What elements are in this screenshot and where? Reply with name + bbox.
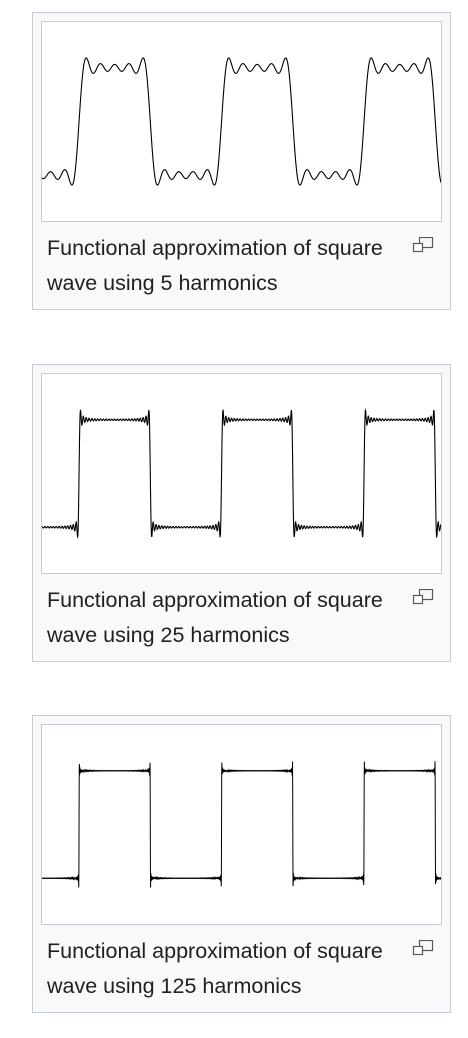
- magnify-icon[interactable]: [412, 236, 434, 253]
- square-wave-svg-25: [42, 408, 441, 539]
- figure-25-harmonics: Functional approximation of square wave …: [32, 364, 451, 662]
- square-wave-plot-125[interactable]: [41, 724, 442, 925]
- square-wave-svg-5: [42, 57, 441, 186]
- square-wave-plot-5[interactable]: [41, 21, 442, 222]
- square-wave-svg-125: [42, 761, 441, 888]
- magnify-icon[interactable]: [412, 588, 434, 605]
- figure-5-harmonics: Functional approximation of square wave …: [32, 12, 451, 310]
- figure-caption: Functional approximation of square wave …: [47, 588, 383, 647]
- magnify-icon[interactable]: [412, 939, 434, 956]
- square-wave-plot-25[interactable]: [41, 373, 442, 574]
- square-wave-curve-25: [42, 408, 441, 539]
- square-wave-curve-5: [42, 57, 441, 186]
- square-wave-curve-125: [42, 761, 441, 888]
- figure-caption: Functional approximation of square wave …: [47, 236, 383, 295]
- figure-caption: Functional approximation of square wave …: [47, 939, 383, 998]
- figure-125-harmonics: Functional approximation of square wave …: [32, 715, 451, 1013]
